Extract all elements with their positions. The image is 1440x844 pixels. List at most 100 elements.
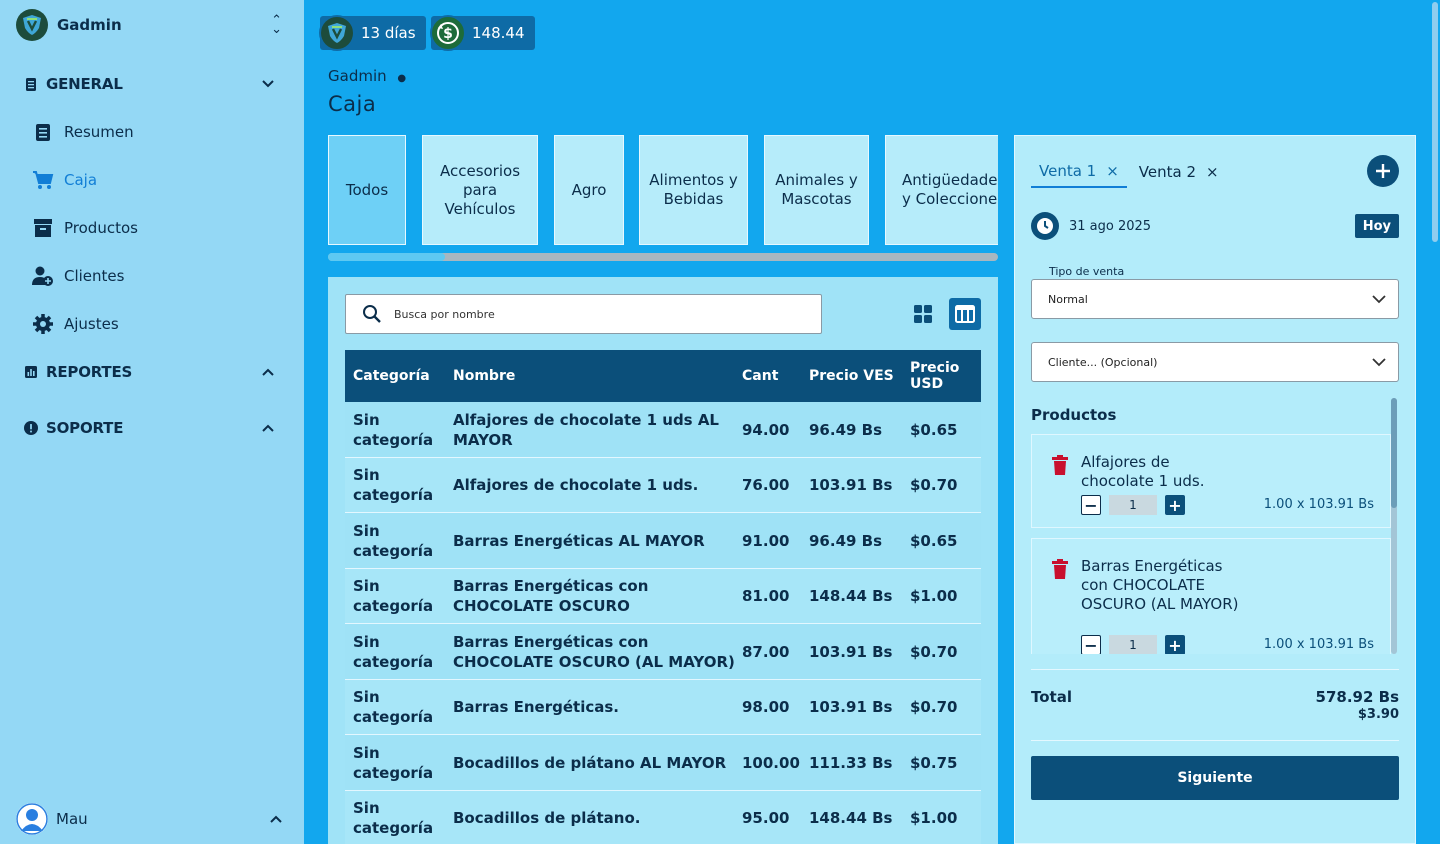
cart-scrollbar[interactable]	[1391, 398, 1397, 654]
table-row[interactable]: Sin categoría Barras Energéticas con CHOC…	[345, 568, 981, 624]
total-ves: 578.92 Bs	[1315, 688, 1399, 706]
add-sale-button[interactable]	[1367, 155, 1399, 187]
sidebar-item-caja[interactable]: Caja	[32, 164, 288, 196]
trash-icon[interactable]	[1052, 455, 1068, 475]
table-row[interactable]: Sin categoría Bocadillos de plátano AL MA…	[345, 735, 981, 791]
chevron-updown-icon[interactable]: ⌃ ⌄	[271, 14, 282, 36]
breadcrumb-separator: ●	[397, 73, 407, 84]
table-row[interactable]: Sin categoría Barras Energéticas. 98.00 103…	[345, 679, 981, 735]
cart-item-name: Barras Energéticas con CHOCOLATE OSCURO …	[1081, 557, 1239, 613]
cart-item: Alfajores de chocolate 1 uds. − 1 + 1.00…	[1031, 434, 1391, 528]
category-tab[interactable]: Antigüedades y Colecciones	[885, 135, 998, 245]
close-icon[interactable]: ×	[1106, 162, 1119, 180]
table-row[interactable]: Sin categoría Alfajores de chocolate 1 ud…	[345, 402, 981, 458]
search-input[interactable]	[394, 307, 794, 321]
sidebar-item-clientes[interactable]: Clientes	[32, 260, 288, 292]
document-icon	[24, 76, 38, 92]
next-button[interactable]: Siguiente	[1031, 756, 1399, 800]
client-placeholder: Cliente... (Opcional)	[1048, 355, 1158, 369]
close-icon[interactable]: ×	[1206, 163, 1219, 181]
category-tab[interactable]: Animales y Mascotas	[764, 135, 869, 245]
cart-item: Barras Energéticas con CHOCOLATE OSCURO …	[1031, 538, 1391, 654]
decrease-button[interactable]: −	[1081, 495, 1101, 515]
increase-button[interactable]: +	[1165, 495, 1185, 515]
cell-category: Sin categoría	[353, 632, 434, 671]
section-soporte-label: SOPORTE	[46, 419, 124, 437]
table-row[interactable]: Sin categoría Bocadillos de plátano. 95.00…	[345, 790, 981, 844]
increase-button[interactable]: +	[1165, 635, 1185, 654]
category-scrollbar[interactable]	[328, 253, 998, 261]
sidebar-item-resumen[interactable]: Resumen	[32, 116, 288, 148]
category-tab[interactable]: Alimentos y Bebidas	[639, 135, 748, 245]
brand-switcher[interactable]: Gadmin ⌃ ⌄	[16, 8, 288, 42]
user-add-icon	[32, 265, 54, 287]
today-button[interactable]: Hoy	[1354, 214, 1399, 238]
cell-qty: 100.00	[742, 753, 800, 772]
search-field[interactable]	[345, 294, 822, 334]
tab-venta-1[interactable]: Venta 1 ×	[1031, 156, 1127, 188]
table-row[interactable]: Sin categoría Barras Energéticas AL MAYOR…	[345, 513, 981, 569]
avatar	[16, 803, 48, 835]
cell-price-usd: $0.65	[910, 420, 958, 439]
chevron-up-icon	[262, 365, 274, 379]
category-tab[interactable]: Agro	[554, 135, 624, 245]
scrollbar-thumb[interactable]	[1391, 398, 1397, 508]
column-header[interactable]: Cant	[742, 350, 806, 402]
section-general[interactable]: GENERAL	[24, 70, 280, 98]
archive-icon	[32, 217, 54, 239]
cell-qty: 87.00	[742, 642, 790, 661]
scrollbar-thumb[interactable]	[1432, 2, 1438, 242]
column-header[interactable]: Precio USD	[910, 350, 970, 402]
license-days-badge[interactable]: 13 días	[319, 15, 426, 51]
cart-item-price: 1.00 x 103.91 Bs	[1263, 497, 1374, 512]
trash-icon[interactable]	[1052, 559, 1068, 579]
document-icon	[32, 121, 54, 143]
cell-qty: 91.00	[742, 531, 790, 550]
table-body: Sin categoría Alfajores de chocolate 1 ud…	[345, 402, 981, 844]
column-header[interactable]: Precio VES	[809, 350, 905, 402]
category-tab[interactable]: Accesorios para Vehículos	[422, 135, 538, 245]
cell-name: Alfajores de chocolate 1 uds AL MAYOR	[453, 410, 719, 449]
table-view-icon[interactable]	[949, 298, 981, 330]
chevron-down-icon	[262, 77, 274, 91]
user-menu[interactable]: Mau	[16, 802, 288, 836]
cell-price-usd: $0.75	[910, 753, 958, 772]
quantity-value[interactable]: 1	[1109, 635, 1157, 654]
cell-price-usd: $0.70	[910, 642, 958, 661]
total-label: Total	[1031, 688, 1072, 706]
sidebar-item-ajustes[interactable]: Ajustes	[32, 308, 288, 340]
page-scrollbar[interactable]	[1430, 0, 1440, 844]
cart-list: Alfajores de chocolate 1 uds. − 1 + 1.00…	[1031, 432, 1393, 654]
category-tab[interactable]: Todos	[328, 135, 406, 245]
sale-date-row: 31 ago 2025 Hoy	[1031, 212, 1399, 240]
quantity-value[interactable]: 1	[1109, 495, 1157, 515]
divider	[1031, 669, 1399, 670]
table-row[interactable]: Sin categoría Alfajores de chocolate 1 ud…	[345, 457, 981, 513]
sale-type-select[interactable]: Normal	[1031, 279, 1399, 319]
sidebar-item-label: Caja	[64, 171, 98, 189]
exchange-rate-badge[interactable]: $ 148.44	[430, 15, 535, 51]
sidebar-item-productos[interactable]: Productos	[32, 212, 288, 244]
section-reportes[interactable]: REPORTES	[24, 358, 280, 386]
clock-icon[interactable]	[1031, 212, 1059, 240]
brand-name: Gadmin	[57, 16, 122, 34]
grid-view-icon[interactable]	[910, 301, 936, 327]
decrease-button[interactable]: −	[1081, 635, 1101, 654]
table-row[interactable]: Sin categoría Barras Energéticas con CHOC…	[345, 624, 981, 680]
scrollbar-thumb[interactable]	[328, 253, 445, 261]
chevron-up-icon	[262, 421, 274, 435]
column-header[interactable]: Categoría	[353, 350, 453, 402]
products-panel: Categoría Nombre Cant Precio VES Precio …	[328, 277, 998, 844]
cell-category: Sin categoría	[353, 577, 434, 615]
section-soporte[interactable]: SOPORTE	[24, 414, 280, 442]
tab-venta-2[interactable]: Venta 2 ×	[1131, 156, 1227, 188]
cell-name: Bocadillos de plátano AL MAYOR	[453, 753, 727, 772]
cell-price-ves: 103.91 Bs	[809, 642, 893, 661]
gadmin-logo-icon	[16, 9, 48, 41]
gadmin-logo-icon	[319, 15, 355, 51]
breadcrumb-item[interactable]: Gadmin	[328, 67, 387, 85]
client-select[interactable]: Cliente... (Opcional)	[1031, 342, 1399, 382]
section-general-label: GENERAL	[46, 75, 123, 93]
column-header[interactable]: Nombre	[453, 350, 735, 402]
total-usd: $3.90	[1357, 707, 1399, 722]
